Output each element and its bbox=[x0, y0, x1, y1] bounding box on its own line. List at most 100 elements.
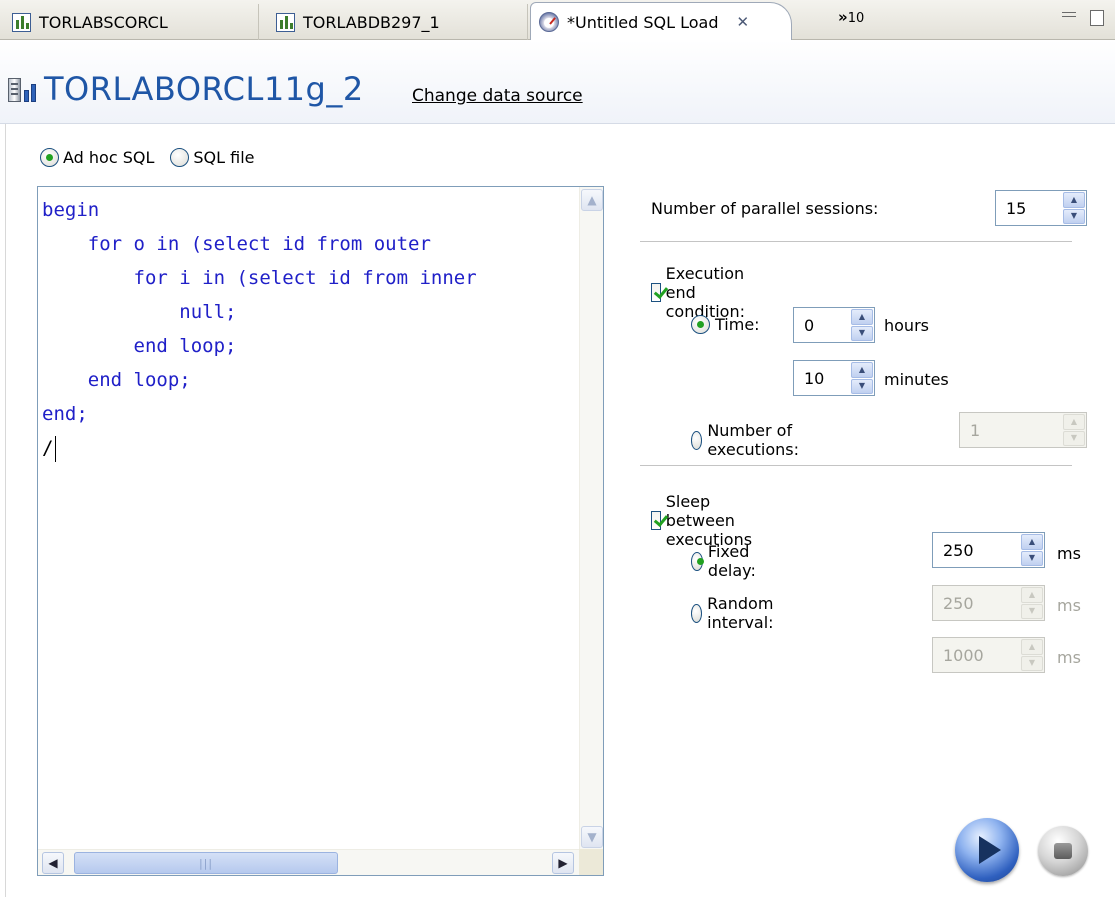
play-icon[interactable] bbox=[955, 818, 1019, 882]
time-label: Time: bbox=[715, 315, 760, 334]
spin-down-icon[interactable]: ▼ bbox=[1063, 208, 1085, 224]
scroll-down-button[interactable]: ▼ bbox=[581, 826, 603, 848]
text-cursor bbox=[55, 435, 57, 462]
sleep-label: Sleep between executions bbox=[665, 492, 753, 549]
change-data-source-link[interactable]: Change data source bbox=[412, 86, 583, 106]
hours-spinner[interactable]: 0 ▲ ▼ bbox=[793, 307, 875, 343]
tab-overflow-button[interactable]: »10 bbox=[838, 8, 864, 26]
spin-down-icon: ▼ bbox=[1021, 603, 1043, 619]
double-chevron-icon: » bbox=[838, 8, 848, 26]
minimize-icon[interactable] bbox=[1062, 12, 1076, 17]
fixed-delay-label: Fixed delay: bbox=[707, 542, 756, 580]
tab-torlabdb297[interactable]: TORLABDB297_1 bbox=[268, 4, 528, 40]
horizontal-scroll-thumb[interactable]: ||| bbox=[74, 852, 338, 874]
random-max-spinner[interactable]: 1000 ▲ ▼ bbox=[932, 637, 1045, 673]
random-min-unit: ms bbox=[1057, 596, 1081, 615]
code-line: end loop; bbox=[42, 369, 191, 391]
gauge-icon bbox=[539, 12, 559, 32]
random-min-value: 250 bbox=[943, 593, 974, 613]
vertical-scrollbar[interactable]: ▲ ▼ bbox=[579, 187, 603, 850]
divider bbox=[640, 465, 1072, 466]
scroll-up-button[interactable]: ▲ bbox=[581, 189, 603, 211]
tab-torlabscorcl[interactable]: TORLABSCORCL bbox=[4, 4, 259, 40]
horizontal-scrollbar[interactable]: ◀ ||| ▶ bbox=[38, 849, 603, 875]
spin-down-icon[interactable]: ▼ bbox=[851, 378, 873, 394]
scroll-left-button[interactable]: ◀ bbox=[42, 852, 64, 874]
spin-up-icon[interactable]: ▲ bbox=[1063, 192, 1085, 208]
executions-value: 1 bbox=[970, 420, 981, 440]
code-line: null; bbox=[42, 301, 237, 323]
code-line: end; bbox=[42, 403, 88, 425]
end-condition-checkbox[interactable] bbox=[651, 283, 661, 302]
executions-radio[interactable] bbox=[691, 430, 703, 450]
time-radio[interactable] bbox=[691, 315, 710, 334]
sql-file-label: SQL file bbox=[193, 148, 255, 167]
spin-down-icon[interactable]: ▼ bbox=[1021, 550, 1043, 566]
sql-mode-selector: Ad hoc SQL SQL file bbox=[40, 148, 265, 167]
left-border bbox=[0, 124, 6, 897]
executions-option[interactable]: Number of executions: bbox=[691, 421, 807, 459]
code-line: end loop; bbox=[42, 335, 237, 357]
hours-value[interactable]: 0 bbox=[794, 316, 850, 335]
page-title: TORLABORCL11g_2 bbox=[44, 70, 364, 108]
tab-label: TORLABDB297_1 bbox=[303, 12, 440, 32]
sleep-checkbox[interactable] bbox=[651, 511, 661, 530]
minutes-spinner[interactable]: 10 ▲ ▼ bbox=[793, 360, 875, 396]
random-interval-label: Random interval: bbox=[707, 594, 774, 632]
fixed-delay-value[interactable]: 250 bbox=[933, 541, 1020, 560]
tab-label: *Untitled SQL Load bbox=[567, 12, 719, 32]
fixed-delay-unit: ms bbox=[1057, 544, 1081, 563]
executions-spinner[interactable]: 1 ▲ ▼ bbox=[959, 412, 1087, 448]
close-icon[interactable]: ✕ bbox=[737, 13, 750, 31]
spin-up-icon: ▲ bbox=[1021, 639, 1043, 655]
parallel-sessions-label: Number of parallel sessions: bbox=[651, 199, 879, 218]
sql-file-radio[interactable] bbox=[170, 148, 190, 167]
time-option[interactable]: Time: bbox=[691, 315, 760, 334]
minutes-value[interactable]: 10 bbox=[794, 369, 850, 388]
parallel-sessions-spinner[interactable]: 15 ▲ ▼ bbox=[995, 190, 1087, 226]
divider bbox=[640, 241, 1072, 242]
spin-up-icon[interactable]: ▲ bbox=[851, 309, 873, 325]
scrollbar-corner bbox=[579, 849, 603, 875]
chart-icon bbox=[276, 12, 295, 32]
parallel-sessions-value[interactable]: 15 bbox=[996, 199, 1062, 218]
code-line: begin bbox=[42, 199, 100, 221]
fixed-delay-spinner[interactable]: 250 ▲ ▼ bbox=[932, 532, 1045, 568]
random-max-value: 1000 bbox=[943, 645, 984, 665]
stop-icon[interactable] bbox=[1038, 826, 1088, 876]
database-server-icon bbox=[8, 78, 38, 102]
spin-up-icon[interactable]: ▲ bbox=[851, 362, 873, 378]
executions-label: Number of executions: bbox=[707, 421, 800, 459]
editor-tab-bar: TORLABSCORCL TORLABDB297_1 *Untitled SQL… bbox=[0, 0, 1115, 41]
chart-icon bbox=[12, 12, 31, 32]
adhoc-sql-label: Ad hoc SQL bbox=[63, 148, 155, 167]
hours-unit: hours bbox=[884, 316, 929, 335]
code-line: for o in (select id from outer bbox=[42, 233, 431, 255]
sql-editor[interactable]: begin for o in (select id from outer for… bbox=[37, 186, 604, 876]
random-max-unit: ms bbox=[1057, 648, 1081, 667]
code-line: / bbox=[42, 437, 54, 459]
sleep-option[interactable]: Sleep between executions bbox=[651, 492, 761, 549]
fixed-delay-radio[interactable] bbox=[691, 551, 704, 571]
end-condition-option[interactable]: Execution end condition: bbox=[651, 264, 754, 321]
page-header: TORLABORCL11g_2 Change data source bbox=[0, 40, 1115, 124]
scroll-right-button[interactable]: ▶ bbox=[552, 852, 574, 874]
fixed-delay-option[interactable]: Fixed delay: bbox=[691, 542, 763, 580]
spin-down-icon: ▼ bbox=[1021, 655, 1043, 671]
random-interval-option[interactable]: Random interval: bbox=[691, 594, 781, 632]
sql-code[interactable]: begin for o in (select id from outer for… bbox=[42, 193, 577, 465]
tab-overflow-count: 10 bbox=[847, 11, 865, 26]
spin-down-icon: ▼ bbox=[1063, 430, 1085, 446]
code-line: for i in (select id from inner bbox=[42, 267, 477, 289]
end-condition-label: Execution end condition: bbox=[665, 264, 745, 321]
minutes-unit: minutes bbox=[884, 370, 949, 389]
adhoc-sql-option[interactable]: Ad hoc SQL bbox=[40, 148, 154, 167]
random-min-spinner[interactable]: 250 ▲ ▼ bbox=[932, 585, 1045, 621]
sql-file-option[interactable]: SQL file bbox=[170, 148, 255, 167]
adhoc-sql-radio[interactable] bbox=[40, 148, 59, 167]
random-interval-radio[interactable] bbox=[691, 603, 703, 623]
spin-down-icon[interactable]: ▼ bbox=[851, 325, 873, 341]
spin-up-icon[interactable]: ▲ bbox=[1021, 534, 1043, 550]
maximize-icon[interactable] bbox=[1090, 10, 1104, 26]
tab-untitled-sql-load[interactable]: *Untitled SQL Load ✕ bbox=[530, 2, 792, 41]
